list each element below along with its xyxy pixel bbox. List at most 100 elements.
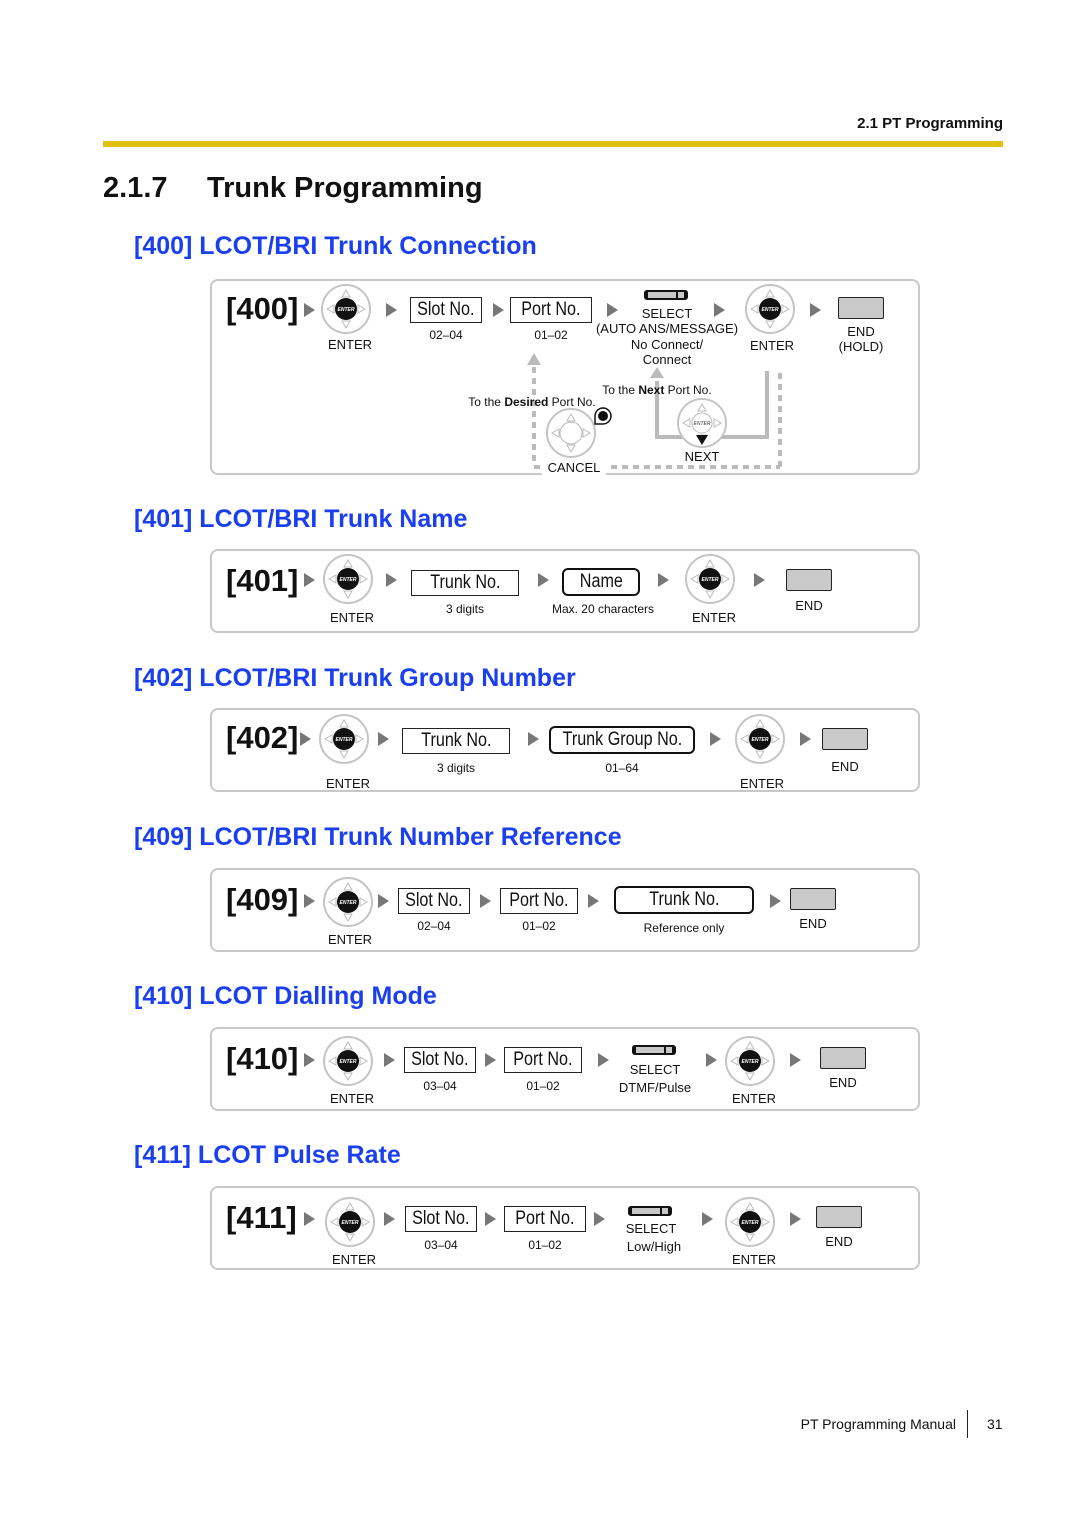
trunk-no-field[interactable]: Trunk No. — [614, 886, 754, 914]
end-label: END — [831, 759, 859, 774]
panel-402: [402] ENTER ENTER Trunk No. 3 digits Tru… — [210, 708, 920, 792]
svg-text:ENTER: ENTER — [336, 737, 353, 743]
select-label: SELECT — [629, 1062, 681, 1077]
arrow-icon — [386, 573, 397, 587]
enter-label: ENTER — [325, 776, 371, 791]
arrow-icon — [480, 894, 491, 908]
footer-manual-title: PT Programming Manual — [800, 1416, 956, 1432]
port-no-field[interactable]: Port No. — [504, 1206, 586, 1232]
arrow-icon — [538, 573, 549, 587]
arrow-icon — [770, 894, 781, 908]
panel-411: [411] ENTER ENTER Slot No. 03–04 Port No… — [210, 1186, 920, 1270]
arrow-icon — [598, 1053, 609, 1067]
enter-key-icon[interactable]: ENTER — [318, 713, 370, 770]
name-field[interactable]: Name — [562, 568, 640, 596]
arrow-icon — [588, 894, 599, 908]
enter-key-icon[interactable]: ENTER — [734, 713, 786, 770]
end-key-icon[interactable] — [790, 888, 836, 910]
port-range: 01–02 — [522, 919, 556, 933]
page-title: 2.1.7 Trunk Programming — [103, 172, 483, 205]
arrow-icon — [658, 573, 669, 587]
end-key-icon[interactable] — [816, 1206, 862, 1228]
select-sublabel: Low/High — [626, 1239, 682, 1254]
enter-label: ENTER — [329, 1091, 375, 1106]
panel-400: [400] ENTER ENTER Slot No. 02–04 Port No… — [210, 279, 920, 475]
end-label: END — [829, 1075, 857, 1090]
arrow-icon — [702, 1212, 713, 1226]
trunk-no-field[interactable]: Trunk No. — [402, 728, 510, 754]
header-accent-bar — [103, 141, 1003, 147]
slot-no-field[interactable]: Slot No. — [404, 1047, 476, 1073]
next-label: NEXT — [684, 449, 720, 464]
arrow-icon — [485, 1053, 496, 1067]
arrow-icon — [300, 732, 311, 746]
enter-key-icon[interactable]: ENTER — [322, 1035, 374, 1092]
arrow-icon — [378, 732, 389, 746]
arrow-icon — [594, 1212, 605, 1226]
arrow-icon — [304, 894, 315, 908]
arrow-icon — [800, 732, 811, 746]
enter-label: ENTER — [691, 610, 737, 625]
port-range: 01–02 — [526, 1079, 560, 1093]
end-key-icon[interactable] — [786, 569, 832, 591]
section-heading-410: [410] LCOT Dialling Mode — [134, 982, 437, 1010]
end-label: END — [825, 1234, 853, 1249]
port-range: 01–02 — [528, 1238, 562, 1252]
svg-text:ENTER: ENTER — [702, 577, 719, 583]
section-heading-400: [400] LCOT/BRI Trunk Connection — [134, 232, 537, 260]
trunk-no-hint: 3 digits — [436, 761, 476, 775]
section-heading-402: [402] LCOT/BRI Trunk Group Number — [134, 664, 576, 692]
select-sublabel: DTMF/Pulse — [618, 1080, 692, 1095]
next-key-icon[interactable]: ENTER — [676, 397, 728, 454]
program-code: [402] — [226, 720, 299, 755]
enter-label: ENTER — [327, 932, 373, 947]
end-label: END — [799, 916, 827, 931]
enter-key-icon[interactable]: ENTER — [724, 1196, 776, 1253]
svg-text:ENTER: ENTER — [742, 1059, 759, 1065]
slot-no-field[interactable]: Slot No. — [405, 1206, 477, 1232]
select-key-icon[interactable] — [628, 1206, 672, 1216]
trunk-no-field[interactable]: Trunk No. — [411, 570, 519, 596]
enter-label: ENTER — [739, 776, 785, 791]
enter-key-icon[interactable]: ENTER — [684, 553, 736, 610]
end-key-icon[interactable] — [820, 1047, 866, 1069]
arrow-icon — [528, 732, 539, 746]
arrow-icon — [384, 1212, 395, 1226]
svg-text:ENTER: ENTER — [340, 577, 357, 583]
svg-text:ENTER: ENTER — [342, 1220, 359, 1226]
program-code: [409] — [226, 882, 299, 917]
enter-label: ENTER — [329, 610, 375, 625]
svg-text:ENTER: ENTER — [694, 421, 711, 427]
enter-key-icon[interactable]: ENTER — [324, 1196, 376, 1253]
slot-range: 03–04 — [423, 1079, 457, 1093]
port-no-field[interactable]: Port No. — [504, 1047, 582, 1073]
page-title-number: 2.1.7 — [103, 172, 168, 204]
cancel-button-icon — [594, 407, 612, 425]
enter-label: ENTER — [731, 1091, 777, 1106]
select-key-icon[interactable] — [632, 1045, 676, 1055]
arrow-icon — [304, 573, 315, 587]
arrow-icon — [378, 894, 389, 908]
arrow-icon — [754, 573, 765, 587]
end-label: END — [795, 598, 823, 613]
slot-no-field[interactable]: Slot No. — [398, 888, 470, 914]
section-heading-411: [411] LCOT Pulse Rate — [134, 1141, 401, 1169]
program-code: [401] — [226, 563, 299, 598]
select-label: SELECT — [625, 1221, 677, 1236]
port-no-field[interactable]: Port No. — [500, 888, 578, 914]
arrow-icon — [384, 1053, 395, 1067]
end-key-icon[interactable] — [822, 728, 868, 750]
panel-409: [409] ENTER ENTER Slot No. 02–04 Port No… — [210, 868, 920, 952]
cancel-key-icon[interactable] — [545, 407, 597, 464]
slot-range: 03–04 — [424, 1238, 458, 1252]
name-hint: Max. 20 characters — [551, 602, 655, 616]
trunk-group-hint: 01–64 — [605, 761, 639, 775]
arrow-icon — [790, 1053, 801, 1067]
trunk-no-hint: Reference only — [643, 921, 725, 935]
enter-label: ENTER — [331, 1252, 377, 1267]
enter-key-icon[interactable]: ENTER — [724, 1035, 776, 1092]
enter-key-icon[interactable]: ENTER — [322, 553, 374, 610]
trunk-group-no-field[interactable]: Trunk Group No. — [549, 726, 695, 754]
enter-key-icon[interactable]: ENTER — [322, 876, 374, 933]
arrow-icon — [304, 1212, 315, 1226]
